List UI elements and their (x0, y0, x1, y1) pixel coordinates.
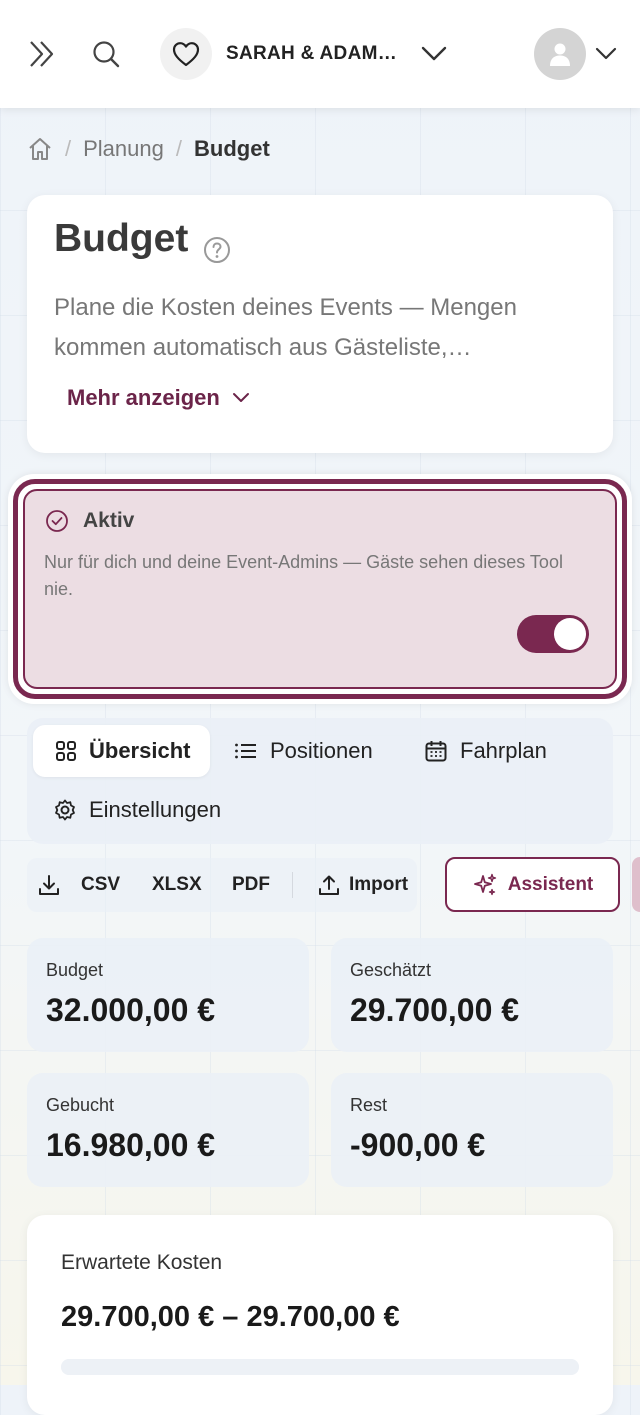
calendar-icon (425, 741, 447, 762)
stat-value: -900,00 € (350, 1127, 486, 1163)
show-more-label: Mehr anzeigen (67, 385, 220, 410)
status-title: Aktiv (83, 509, 135, 532)
status-panel-frame: Aktiv Nur für dich und deine Event-Admin… (13, 479, 627, 699)
expected-costs-bar (61, 1359, 579, 1375)
stat-label: Geschätzt (350, 960, 432, 980)
event-name: SARAH & ADAM… (226, 43, 398, 64)
stat-rest: Rest -900,00 € (331, 1073, 613, 1187)
top-bar: SARAH & ADAM… (0, 0, 640, 108)
user-avatar[interactable] (534, 28, 586, 80)
stat-value: 32.000,00 € (46, 992, 216, 1028)
chevron-down-icon (595, 47, 617, 60)
event-switcher[interactable]: SARAH & ADAM… (160, 28, 447, 80)
help-icon[interactable] (203, 236, 231, 264)
sparkles-icon (473, 873, 496, 895)
export-toolbar: CSV XLSX PDF Import (27, 858, 417, 912)
expand-sidebar-button[interactable] (22, 34, 62, 74)
home-icon (29, 138, 51, 160)
assistant-label: Assistent (507, 873, 594, 895)
expand-icon (30, 41, 54, 67)
stat-budget: Budget 32.000,00 € (27, 938, 309, 1052)
page-title: Budget (54, 217, 189, 260)
event-avatar (160, 28, 212, 80)
csv-label: CSV (81, 874, 121, 895)
import-label: Import (349, 874, 409, 895)
stat-gebucht: Gebucht 16.980,00 € (27, 1073, 309, 1187)
expected-costs-card: Erwartete Kosten 29.700,00 € – 29.700,00… (27, 1215, 613, 1415)
intro-card: Budget Plane die Kosten deines Events — … (27, 195, 613, 453)
csv-export-button[interactable]: CSV (37, 858, 120, 912)
status-header: Aktiv (45, 509, 134, 533)
search-icon (93, 41, 120, 68)
show-more-button[interactable]: Mehr anzeigen (67, 385, 250, 411)
tab-uebersicht[interactable]: Übersicht (33, 725, 211, 777)
chevron-down-icon (232, 393, 249, 402)
stat-label: Budget (46, 960, 104, 980)
pdf-label: PDF (232, 874, 270, 895)
pdf-export-button[interactable]: PDF (232, 858, 270, 912)
toggle-knob (554, 618, 586, 650)
home-link[interactable] (27, 136, 53, 162)
check-circle-icon (46, 510, 68, 532)
next-button-peek[interactable] (632, 857, 640, 912)
tab-label: Übersicht (89, 738, 191, 763)
breadcrumb: / Planung / Budget (27, 136, 270, 162)
status-panel: Aktiv Nur für dich und deine Event-Admin… (8, 474, 632, 704)
user-icon (550, 43, 570, 66)
stat-label: Gebucht (46, 1095, 115, 1115)
breadcrumb-separator: / (175, 136, 182, 161)
stat-label: Rest (350, 1095, 388, 1115)
search-button[interactable] (86, 34, 126, 74)
tab-bar: Übersicht Positionen Fahrplan Einstellun… (27, 718, 613, 844)
tab-label: Fahrplan (460, 738, 547, 763)
import-button[interactable]: Import (317, 858, 408, 912)
breadcrumb-planung[interactable]: Planung (83, 136, 164, 162)
tab-label: Einstellungen (89, 797, 222, 822)
status-description: Nur für dich und deine Event-Admins — Gä… (44, 552, 563, 599)
breadcrumb-separator: / (65, 136, 72, 161)
grid-icon (56, 741, 76, 761)
assistant-button[interactable]: Assistent (445, 857, 620, 912)
expected-costs-value: 29.700,00 € – 29.700,00 € (61, 1301, 400, 1333)
tab-einstellungen[interactable]: Einstellungen (53, 784, 221, 836)
stat-value: 16.980,00 € (46, 1127, 216, 1163)
expected-costs-bar-fill (61, 1359, 579, 1375)
tab-fahrplan[interactable]: Fahrplan (424, 725, 547, 777)
xlsx-export-button[interactable]: XLSX (152, 858, 202, 912)
heart-icon (172, 42, 200, 67)
stat-value: 29.700,00 € (350, 992, 520, 1028)
toolbar-divider (292, 872, 293, 898)
status-panel-body: Aktiv Nur für dich und deine Event-Admin… (23, 489, 617, 689)
breadcrumb-current: Budget (194, 136, 270, 161)
expected-costs-label: Erwartete Kosten (61, 1251, 223, 1274)
active-toggle[interactable] (517, 615, 589, 653)
chevron-down-icon (421, 46, 447, 61)
gear-icon (55, 799, 75, 821)
stat-geschaetzt: Geschätzt 29.700,00 € (331, 938, 613, 1052)
tab-label: Positionen (270, 738, 373, 763)
page-description: Plane die Kosten deines Events — Mengen … (54, 294, 517, 361)
upload-icon (319, 875, 339, 895)
download-icon (39, 875, 59, 895)
user-menu-button[interactable] (592, 42, 620, 66)
xlsx-label: XLSX (152, 874, 202, 895)
list-icon (235, 743, 256, 759)
tab-positionen[interactable]: Positionen (234, 725, 373, 777)
